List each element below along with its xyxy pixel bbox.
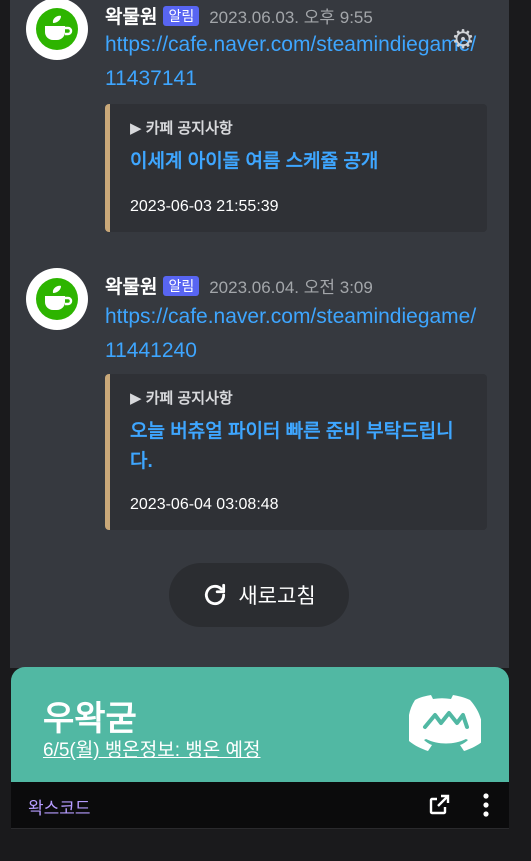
gear-icon[interactable]: ⚙ — [450, 26, 476, 52]
timestamp: 2023.06.03. 오후 9:55 — [209, 8, 373, 27]
naver-cafe-cup-icon — [36, 278, 78, 320]
author-name[interactable]: 왁물원 — [105, 272, 157, 299]
message-link[interactable]: https://cafe.naver.com/steamindiegame/11… — [105, 28, 485, 96]
bot-badge: 알림 — [163, 275, 200, 296]
bot-badge: 알림 — [163, 5, 200, 26]
refresh-button[interactable]: 새로고침 — [169, 563, 349, 627]
embed-title[interactable]: 이세계 아이돌 여름 스케쥴 공개 — [130, 147, 470, 177]
server-name: 우왁굳 — [43, 700, 137, 738]
footer-label[interactable]: 왁스코드 — [28, 794, 91, 819]
embed-notice: ▶ 카페 공지사항 — [130, 390, 233, 407]
naver-cafe-cup-icon — [36, 8, 78, 50]
timestamp: 2023.06.04. 오전 3:09 — [209, 278, 373, 297]
footer-bar: 왁스코드 — [11, 782, 509, 829]
refresh-label: 새로고침 — [238, 585, 316, 608]
embed-title[interactable]: 오늘 버츄얼 파이터 빠른 준비 부탁드립니다. — [130, 417, 470, 477]
refresh-icon — [205, 583, 226, 606]
external-link-icon[interactable] — [427, 793, 451, 817]
embed-footer: 2023-06-03 21:55:39 — [130, 198, 279, 215]
avatar[interactable] — [26, 0, 88, 60]
message-link[interactable]: https://cafe.naver.com/steamindiegame/11… — [105, 300, 485, 368]
embed-card: ▶ 카페 공지사항 오늘 버츄얼 파이터 빠른 준비 부탁드립니다. 2023-… — [105, 374, 487, 530]
discord-logo-icon — [409, 695, 481, 751]
author-name[interactable]: 왁물원 — [105, 2, 157, 29]
embed-notice: ▶ 카페 공지사항 — [130, 120, 233, 137]
more-vertical-icon[interactable] — [477, 792, 495, 818]
embed-footer: 2023-06-04 03:08:48 — [130, 496, 279, 513]
embed-card: ▶ 카페 공지사항 이세계 아이돌 여름 스케쥴 공개 2023-06-03 2… — [105, 104, 487, 232]
server-banner: 우왁굳 6/5(월) 뱅온정보: 뱅온 예정 — [11, 667, 509, 782]
avatar[interactable] — [26, 268, 88, 330]
messages-panel: 왁물원 알림 2023.06.03. 오후 9:55 https://cafe.… — [10, 0, 509, 668]
server-status-link[interactable]: 6/5(월) 뱅온정보: 뱅온 예정 — [43, 735, 261, 762]
